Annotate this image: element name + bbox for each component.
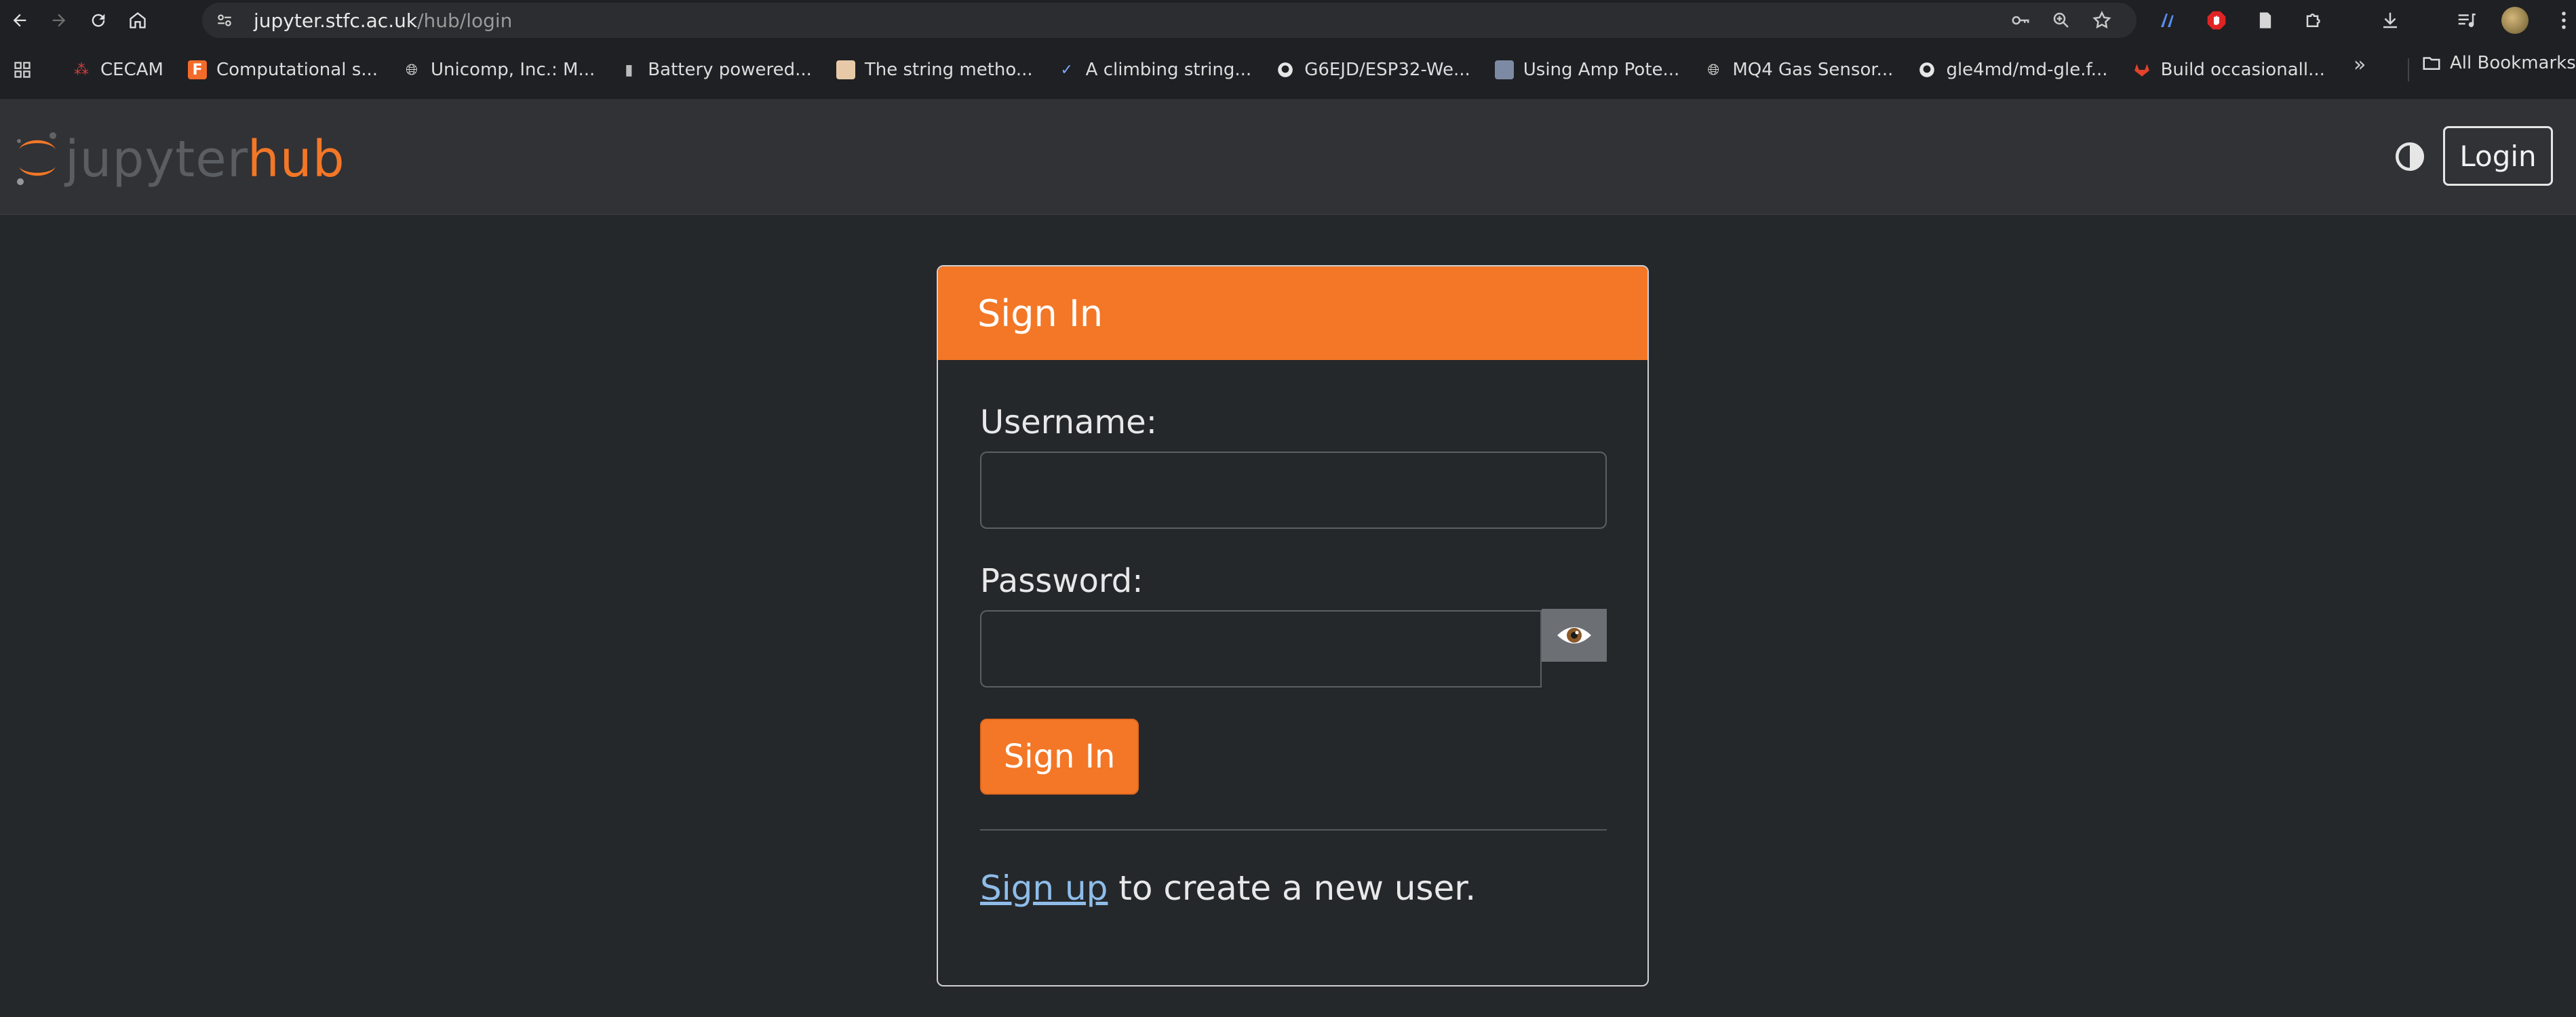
signin-submit-button[interactable]: Sign In xyxy=(980,719,1139,795)
hub-navbar: jupyterhub Login xyxy=(0,99,2576,215)
extensions-puzzle-icon[interactable] xyxy=(2297,3,2332,38)
bookmark-label: A climbing string... xyxy=(1085,60,1252,80)
globe-icon: 🌐︎ xyxy=(1707,61,1720,79)
signup-link[interactable]: Sign up xyxy=(980,869,1108,908)
page-icon xyxy=(836,60,855,79)
bookmark-item[interactable]: Build occasionall... xyxy=(2120,53,2337,87)
logo-jupyter: jupyter xyxy=(65,130,248,188)
signin-card: Sign In Username: Password: Sign In Sign… xyxy=(937,265,1649,986)
kebab-menu-icon[interactable] xyxy=(2546,3,2576,38)
document-icon[interactable] xyxy=(2248,3,2283,38)
grid-icon xyxy=(1494,60,1514,79)
signup-text: to create a new user. xyxy=(1108,869,1477,908)
reload-button[interactable] xyxy=(79,0,118,41)
forward-button[interactable] xyxy=(39,0,79,41)
bookmark-label: CECAM xyxy=(100,60,163,80)
login-button[interactable]: Login xyxy=(2443,126,2553,186)
form-divider xyxy=(980,829,1607,831)
reload-icon xyxy=(92,14,105,27)
github-icon xyxy=(1276,60,1295,79)
signin-card-title: Sign In xyxy=(938,266,1647,360)
avatar xyxy=(2501,7,2529,34)
bookmark-label: Battery powered... xyxy=(648,60,812,80)
bookmark-label: MQ4 Gas Sensor... xyxy=(1732,60,1894,80)
home-icon xyxy=(130,12,146,28)
bookmark-item[interactable]: ▮ Battery powered... xyxy=(607,53,824,87)
jupyter-logo-icon xyxy=(17,132,56,185)
bookmark-item[interactable]: 🌐︎ MQ4 Gas Sensor... xyxy=(1692,53,1905,87)
all-bookmarks-label: All Bookmarks xyxy=(2450,53,2576,73)
url-text: jupyter.stfc.ac.uk/hub/login xyxy=(243,9,512,32)
url-path: /hub/login xyxy=(417,9,513,32)
bookmark-label: gle4md/md-gle.f... xyxy=(1946,60,2108,80)
bookmark-item[interactable]: Using Amp Pote... xyxy=(1483,53,1692,87)
tune-icon xyxy=(218,14,231,26)
jupyterhub-logo[interactable]: jupyterhub xyxy=(12,129,345,190)
arrow-left-icon xyxy=(13,14,26,27)
username-label: Username: xyxy=(980,403,1157,441)
adblock-icon[interactable] xyxy=(2199,3,2234,38)
logo-wordmark: jupyterhub xyxy=(65,134,345,184)
password-input[interactable] xyxy=(980,610,1542,687)
bookmark-item[interactable]: ✓ A climbing string... xyxy=(1045,53,1264,87)
back-button[interactable] xyxy=(0,0,39,41)
zoom-icon[interactable] xyxy=(2046,5,2077,36)
bookmark-item[interactable]: gle4md/md-gle.f... xyxy=(1905,53,2120,87)
chevron-double-right-icon[interactable]: » xyxy=(2354,53,2366,77)
all-bookmarks-button[interactable]: All Bookmarks xyxy=(2421,53,2576,73)
extension-blue-icon[interactable] xyxy=(2150,3,2185,38)
f-logo-icon: F xyxy=(187,60,207,79)
logo-hub: hub xyxy=(247,130,345,188)
show-password-button[interactable] xyxy=(1542,609,1607,662)
site-info-button[interactable] xyxy=(206,7,243,34)
media-queue-icon[interactable] xyxy=(2448,3,2484,38)
bookmark-item[interactable]: F Computational s... xyxy=(176,53,390,87)
download-icon[interactable] xyxy=(2373,3,2408,38)
arrow-right-icon xyxy=(52,14,66,27)
cecam-icon: ⁂ xyxy=(74,61,89,79)
apps-grid-icon[interactable] xyxy=(5,53,39,87)
gitlab-icon xyxy=(2132,60,2151,79)
url-host: jupyter.stfc.ac.uk xyxy=(254,9,418,32)
globe-icon: 🌐︎ xyxy=(406,61,418,79)
browser-toolbar: jupyter.stfc.ac.uk/hub/login xyxy=(0,0,2576,41)
signup-prompt: Sign up to create a new user. xyxy=(980,869,1476,908)
bookmark-item[interactable]: The string metho... xyxy=(824,53,1045,87)
home-button[interactable] xyxy=(118,0,157,41)
bookmark-label: The string metho... xyxy=(864,60,1033,80)
bookmark-label: G6EJD/ESP32-We... xyxy=(1304,60,1470,80)
battery-icon: ▮ xyxy=(625,61,633,79)
bookmark-label: Computational s... xyxy=(216,60,378,80)
bookmarks-bar: ⁂ CECAM F Computational s... 🌐︎ Unicomp,… xyxy=(0,41,2576,99)
username-input[interactable] xyxy=(980,452,1607,529)
check-icon: ✓ xyxy=(1060,61,1073,79)
folder-icon xyxy=(2423,57,2440,70)
eye-icon xyxy=(1557,627,1591,643)
bookmark-label: Build occasionall... xyxy=(2160,60,2325,80)
bookmark-item[interactable]: ⁂ CECAM xyxy=(60,53,176,87)
bookmark-label: Using Amp Pote... xyxy=(1523,60,1680,80)
bookmark-star-icon[interactable] xyxy=(2086,5,2118,36)
address-bar[interactable]: jupyter.stfc.ac.uk/hub/login xyxy=(202,3,2136,38)
password-key-icon[interactable] xyxy=(2005,5,2036,36)
bookmark-item[interactable]: 🌐︎ Unicomp, Inc.: M... xyxy=(390,53,607,87)
bookmark-label: Unicomp, Inc.: M... xyxy=(431,60,596,80)
theme-toggle-icon[interactable] xyxy=(2393,140,2427,174)
github-icon xyxy=(1917,60,1936,79)
profile-button[interactable] xyxy=(2497,3,2533,38)
bookmarks-divider xyxy=(2408,58,2409,81)
bookmark-item[interactable]: G6EJD/ESP32-We... xyxy=(1264,53,1483,87)
password-label: Password: xyxy=(980,562,1144,600)
